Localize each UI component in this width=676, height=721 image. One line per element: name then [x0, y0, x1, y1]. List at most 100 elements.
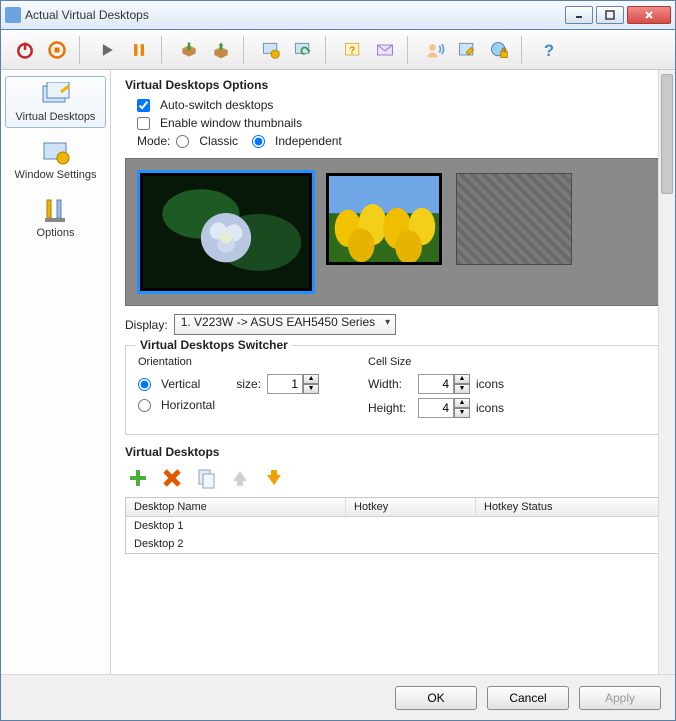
cell-status — [476, 537, 660, 551]
cancel-button[interactable]: Cancel — [487, 686, 569, 710]
window-buttons — [565, 6, 671, 24]
apply-button[interactable]: Apply — [579, 686, 661, 710]
table-header: Desktop Name Hotkey Hotkey Status — [126, 498, 660, 517]
svg-text:?: ? — [349, 45, 355, 56]
window-settings-icon — [40, 139, 72, 167]
content-pane: Virtual Desktops Options Auto-switch des… — [111, 70, 675, 674]
spin-down-icon[interactable]: ▼ — [454, 408, 470, 418]
sidebar-item-options[interactable]: Options — [5, 192, 106, 244]
help-icon[interactable]: ? — [535, 36, 563, 64]
sidebar-item-window-settings[interactable]: Window Settings — [5, 134, 106, 186]
cell-name: Desktop 1 — [126, 519, 346, 533]
col-desktop-name[interactable]: Desktop Name — [126, 498, 346, 516]
mode-label: Mode: — [137, 134, 170, 148]
icons-suffix: icons — [476, 377, 504, 391]
spin-up-icon[interactable]: ▲ — [454, 398, 470, 408]
spin-up-icon[interactable]: ▲ — [454, 374, 470, 384]
size-label: size: — [236, 377, 261, 391]
sidebar-item-label: Window Settings — [8, 169, 103, 181]
svg-text:?: ? — [544, 40, 554, 59]
cellsize-label: Cell Size — [368, 356, 504, 368]
user-sound-icon[interactable] — [421, 36, 449, 64]
table-row[interactable]: Desktop 2 — [126, 535, 660, 553]
toolbar-separator — [161, 36, 167, 64]
options-heading: Virtual Desktops Options — [125, 78, 661, 92]
play-icon[interactable] — [93, 36, 121, 64]
orientation-label: Orientation — [138, 356, 338, 368]
orientation-horizontal-radio[interactable] — [138, 399, 151, 412]
table-row[interactable]: Desktop 1 — [126, 517, 660, 535]
scrollbar-thumb[interactable] — [661, 74, 673, 194]
orientation-vertical-radio[interactable] — [138, 378, 151, 391]
height-label: Height: — [368, 401, 412, 415]
edit-window-icon[interactable] — [453, 36, 481, 64]
sidebar-item-label: Virtual Desktops — [8, 111, 103, 123]
mail-icon[interactable] — [371, 36, 399, 64]
sidebar-item-label: Options — [8, 227, 103, 239]
width-input[interactable] — [418, 374, 454, 394]
mode-independent-label: Independent — [275, 134, 342, 148]
help-window-icon[interactable]: ? — [339, 36, 367, 64]
window-refresh-icon[interactable] — [289, 36, 317, 64]
copy-icon[interactable] — [193, 465, 219, 491]
orientation-vertical-label: Vertical — [161, 377, 200, 391]
spin-up-icon[interactable]: ▲ — [303, 374, 319, 384]
desktops-list-toolbar — [125, 465, 661, 491]
add-icon[interactable] — [125, 465, 151, 491]
box-out-icon[interactable] — [207, 36, 235, 64]
height-input[interactable] — [418, 398, 454, 418]
power-icon[interactable] — [11, 36, 39, 64]
move-up-icon[interactable] — [227, 465, 253, 491]
col-hotkey-status[interactable]: Hotkey Status — [476, 498, 660, 516]
stop-icon[interactable] — [43, 36, 71, 64]
width-label: Width: — [368, 377, 412, 391]
mode-classic-radio[interactable] — [176, 135, 189, 148]
close-button[interactable] — [627, 6, 671, 24]
toolbar-separator — [79, 36, 85, 64]
maximize-button[interactable] — [596, 6, 624, 24]
size-spinner[interactable]: ▲▼ — [267, 374, 319, 394]
auto-switch-checkbox[interactable] — [137, 99, 150, 112]
width-spinner[interactable]: ▲▼ — [418, 374, 470, 394]
desktop-thumbnail-2[interactable] — [326, 173, 442, 265]
window-body: ? ? Virtual Desktops Window Settings Opt… — [0, 30, 676, 721]
globe-lock-icon[interactable] — [485, 36, 513, 64]
display-select[interactable]: 1. V223W -> ASUS EAH5450 Series — [174, 314, 396, 335]
ok-button[interactable]: OK — [395, 686, 477, 710]
main-toolbar: ? ? — [1, 30, 675, 70]
enable-thumbnails-checkbox[interactable] — [137, 117, 150, 130]
box-in-icon[interactable] — [175, 36, 203, 64]
height-spinner[interactable]: ▲▼ — [418, 398, 470, 418]
window-gear-icon[interactable] — [257, 36, 285, 64]
minimize-button[interactable] — [565, 6, 593, 24]
switcher-fieldset: Virtual Desktops Switcher Orientation Ve… — [125, 345, 661, 435]
title-bar: Actual Virtual Desktops — [0, 0, 676, 30]
mode-independent-radio[interactable] — [252, 135, 265, 148]
delete-icon[interactable] — [159, 465, 185, 491]
pause-icon[interactable] — [125, 36, 153, 64]
spin-down-icon[interactable]: ▼ — [454, 384, 470, 394]
col-hotkey[interactable]: Hotkey — [346, 498, 476, 516]
cell-hotkey — [346, 519, 476, 533]
cell-hotkey — [346, 537, 476, 551]
cell-name: Desktop 2 — [126, 537, 346, 551]
desktops-table: Desktop Name Hotkey Hotkey Status Deskto… — [125, 497, 661, 554]
enable-thumbnails-label: Enable window thumbnails — [160, 116, 302, 130]
size-input[interactable] — [267, 374, 303, 394]
desktop-thumbnail-empty[interactable] — [456, 173, 572, 265]
mode-classic-label: Classic — [199, 134, 238, 148]
options-icon — [40, 197, 72, 225]
window-title: Actual Virtual Desktops — [25, 8, 565, 22]
cell-status — [476, 519, 660, 533]
display-select-value: 1. V223W -> ASUS EAH5450 Series — [181, 315, 375, 329]
move-down-icon[interactable] — [261, 465, 287, 491]
spin-down-icon[interactable]: ▼ — [303, 384, 319, 394]
sidebar-item-virtual-desktops[interactable]: Virtual Desktops — [5, 76, 106, 128]
desktops-heading: Virtual Desktops — [125, 445, 661, 459]
desktop-thumbnail-1[interactable] — [140, 173, 312, 291]
vertical-scrollbar[interactable] — [658, 70, 675, 674]
orientation-horizontal-label: Horizontal — [161, 398, 215, 412]
main-area: Virtual Desktops Window Settings Options… — [1, 70, 675, 674]
icons-suffix: icons — [476, 401, 504, 415]
display-label: Display: — [125, 318, 168, 332]
